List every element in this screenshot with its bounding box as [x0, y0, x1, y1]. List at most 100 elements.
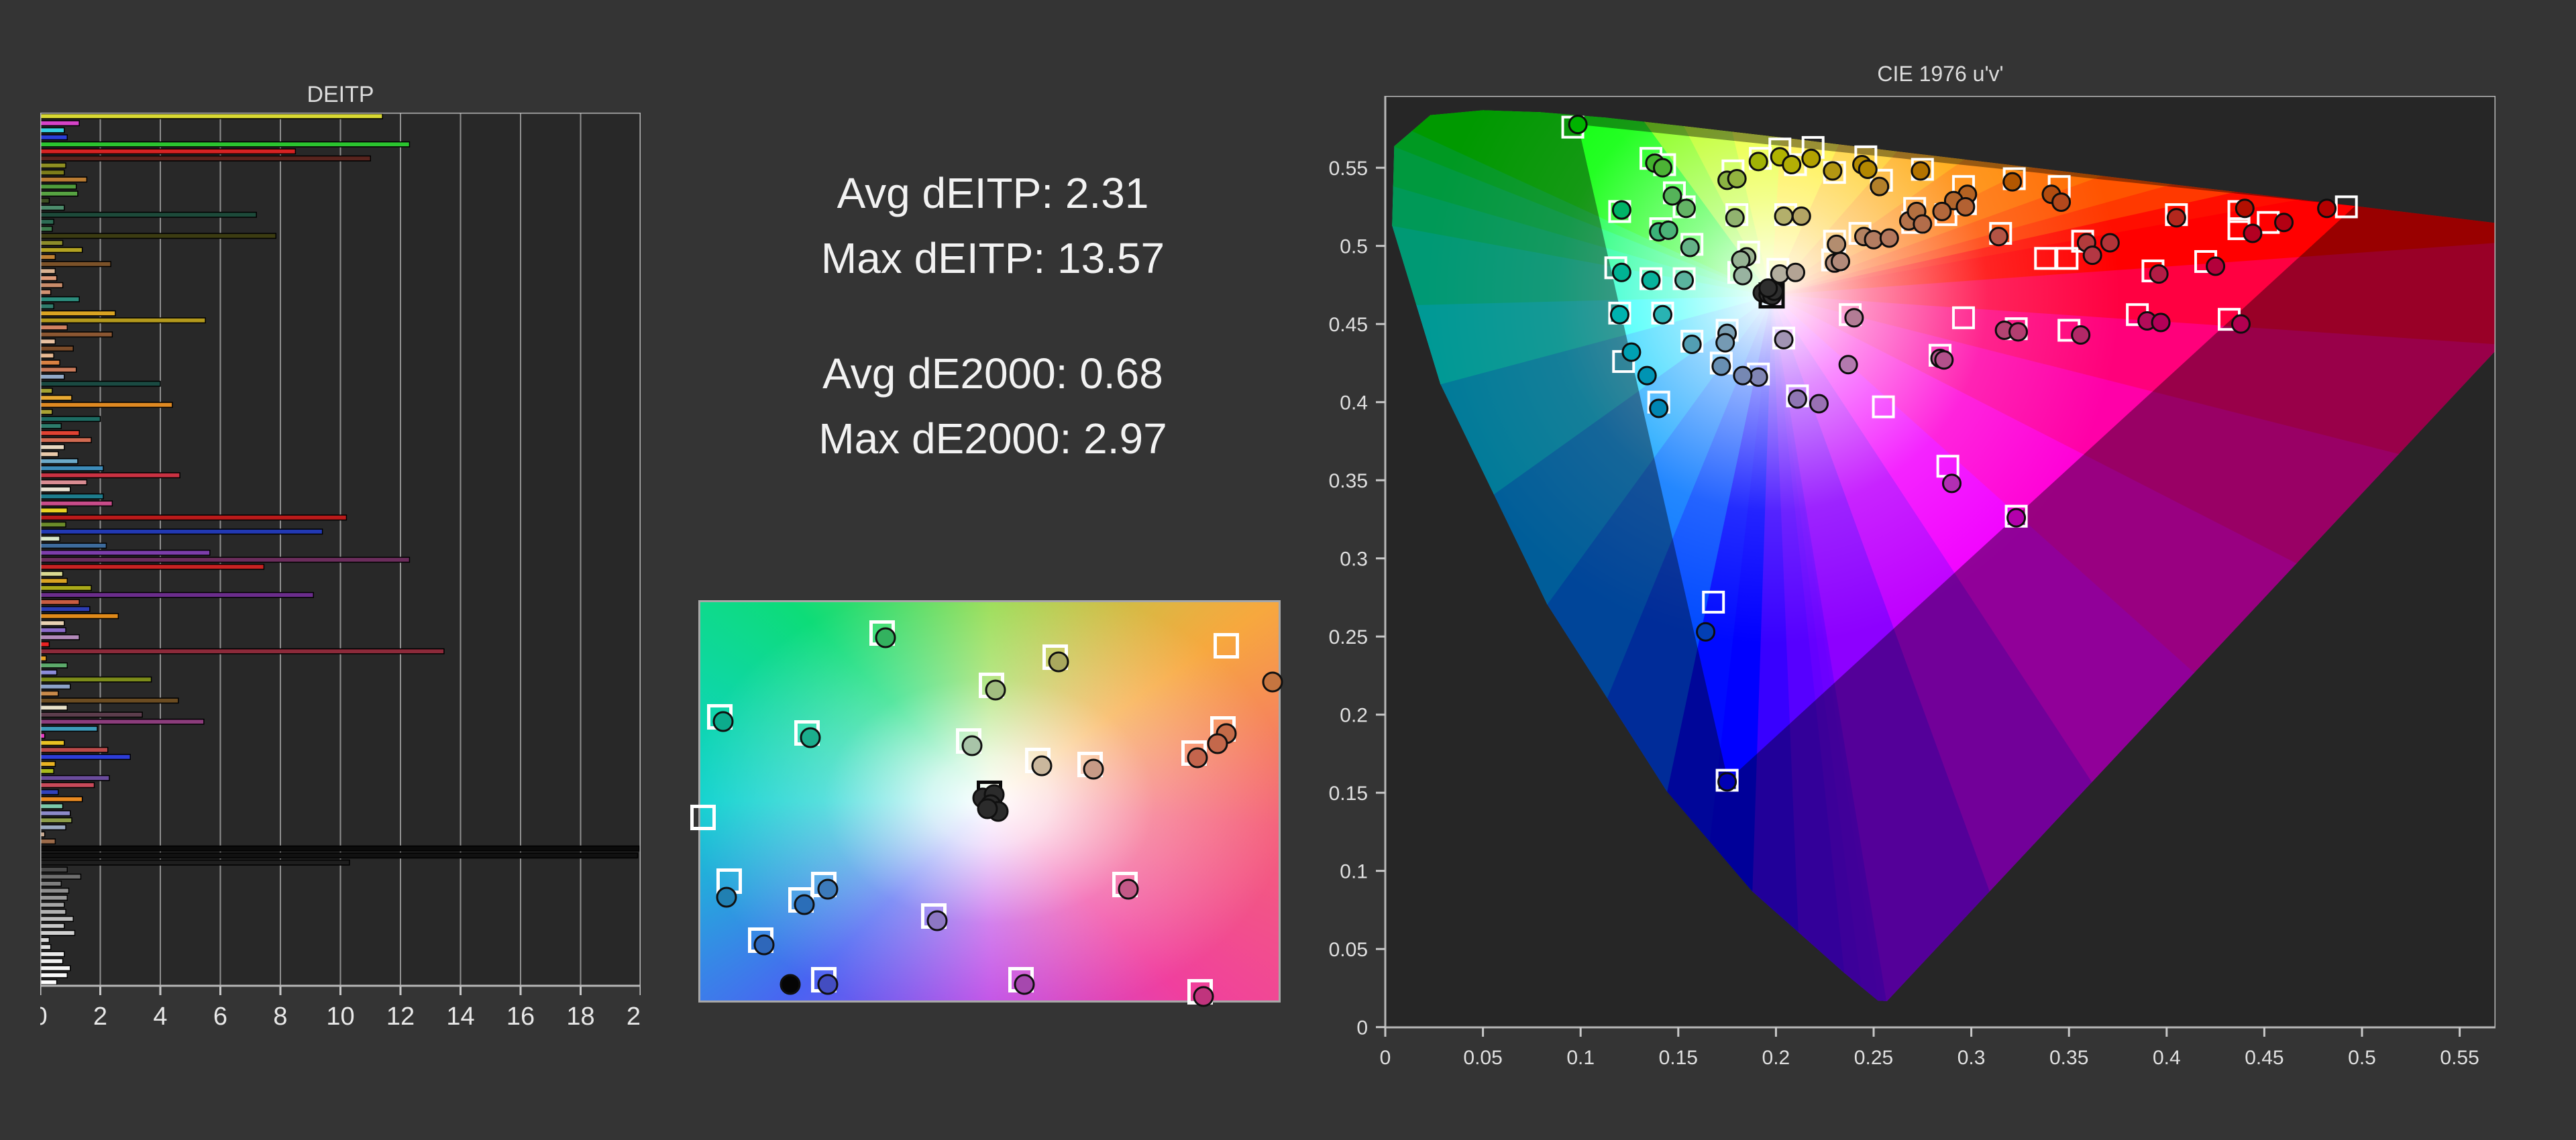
cie-y-tick-label: 0.2	[1340, 705, 1368, 727]
deitp-bar	[40, 528, 323, 535]
deitp-bar	[40, 662, 68, 669]
deitp-bar	[40, 563, 265, 570]
measured-point	[1674, 270, 1695, 290]
deitp-x-tick-label: 20	[627, 1003, 641, 1031]
cie-y-tick-label: 0.5	[1340, 236, 1368, 258]
deitp-bar	[40, 451, 59, 457]
deitp-bar	[40, 620, 65, 626]
deitp-bar	[40, 571, 64, 577]
deitp-bar	[40, 824, 66, 831]
measured-point	[1911, 161, 1931, 181]
deitp-bar	[40, 113, 383, 119]
cie-x-tick-label: 0.35	[2049, 1047, 2088, 1069]
deitp-bar	[40, 915, 74, 922]
deitp-bar	[40, 690, 59, 697]
cie-y-tick-label: 0.25	[1329, 626, 1368, 648]
deitp-bar	[40, 190, 78, 197]
deitp-bar	[40, 268, 56, 274]
deitp-bar	[40, 746, 109, 753]
measured-point	[1641, 270, 1661, 290]
max-deitp-value: Max dEITP: 13.57	[820, 234, 1165, 282]
deitp-bar	[40, 929, 76, 936]
deitp-x-tick-label: 14	[446, 1003, 474, 1031]
measured-point	[1733, 266, 1753, 286]
cie-x-tick-label: 0.55	[2440, 1047, 2479, 1069]
deitp-bar	[40, 458, 78, 465]
measured-point	[1791, 206, 1811, 226]
deitp-bar	[40, 754, 131, 760]
measured-point	[1827, 234, 1847, 254]
measured-point	[1941, 473, 1962, 494]
measured-point	[1787, 389, 1807, 409]
deitp-x-tick-label: 12	[386, 1003, 415, 1031]
measured-point	[1653, 304, 1673, 325]
measured-point	[1809, 394, 1829, 414]
deitp-bar	[40, 444, 65, 451]
deitp-x-tick-label: 6	[213, 1003, 227, 1031]
measured-point	[926, 910, 948, 931]
max-de2000-value: Max dE2000: 2.97	[818, 414, 1167, 463]
cie-x-tick-label: 0.2	[1762, 1047, 1790, 1069]
deitp-bar	[40, 683, 71, 690]
cie-y-tick-label: 0	[1356, 1017, 1368, 1039]
measured-point	[1774, 329, 1794, 349]
deitp-bar	[40, 775, 110, 781]
deitp-bar	[40, 205, 65, 211]
deitp-bar	[40, 951, 65, 958]
deitp-x-tick-label: 0	[40, 1003, 48, 1031]
measured-point	[1823, 161, 1843, 181]
deitp-bar	[40, 979, 58, 986]
measured-point	[2149, 264, 2169, 284]
deitp-bar	[40, 768, 54, 775]
deitp-x-tick-label: 2	[93, 1003, 107, 1031]
deitp-bar	[40, 437, 92, 443]
measured-point	[2231, 314, 2251, 334]
deitp-bar	[40, 796, 83, 803]
measured-point	[1031, 755, 1053, 777]
measured-point	[2274, 213, 2294, 233]
cie-x-tick-label: 0.15	[1659, 1047, 1698, 1069]
cie-uv-diagram: 0 0.05 0.1 0.15 0.2 0.25 0.3 0.35 0.4 0.45 0.5 0.55…	[1329, 96, 2496, 1069]
deitp-bar	[40, 416, 101, 422]
measured-point	[1786, 262, 1806, 282]
measured-point	[2008, 322, 2028, 342]
measured-point	[1715, 333, 1735, 353]
cie-x-tick-label: 0.05	[1463, 1047, 1502, 1069]
deitp-bar	[40, 789, 59, 795]
deitp-bar	[40, 359, 60, 366]
deitp-bar	[40, 422, 62, 429]
deitp-bar	[40, 155, 371, 162]
deitp-bar	[40, 324, 68, 331]
target-square	[1214, 633, 1240, 659]
deitp-bar	[40, 845, 640, 852]
deitp-x-tick-label: 10	[326, 1003, 354, 1031]
measured-point	[1955, 196, 1976, 217]
cie-y-tick-label: 0.15	[1329, 783, 1368, 805]
summary-stats: Avg dEITP: 2.31 Max dEITP: 13.57 Avg dE2…	[738, 161, 1248, 471]
avg-de2000-value: Avg dE2000: 0.68	[822, 349, 1163, 398]
measured-point	[1696, 622, 1716, 642]
measured-point	[875, 627, 896, 648]
deitp-bar	[40, 507, 68, 514]
measured-point	[2100, 233, 2120, 253]
measured-point	[1187, 747, 1208, 768]
deitp-bar	[40, 120, 80, 127]
measured-point	[1653, 158, 1673, 178]
measured-point	[1717, 772, 1737, 792]
deitp-bar	[40, 493, 104, 500]
measured-point	[1748, 152, 1768, 172]
deitp-bar	[40, 599, 80, 606]
deitp-bar	[40, 726, 98, 732]
deitp-bar	[40, 303, 54, 310]
deitp-bar	[40, 535, 60, 542]
deitp-bar	[40, 613, 119, 620]
target-square	[690, 804, 716, 830]
measured-point	[794, 894, 815, 915]
deitp-bar	[40, 225, 53, 232]
measured-point	[1611, 262, 1631, 282]
deitp-bar	[40, 557, 411, 563]
deitp-bar	[40, 134, 68, 141]
measured-point	[1727, 168, 1747, 188]
measured-point	[1048, 651, 1069, 673]
whitepoint-measured-point	[1758, 278, 1778, 298]
